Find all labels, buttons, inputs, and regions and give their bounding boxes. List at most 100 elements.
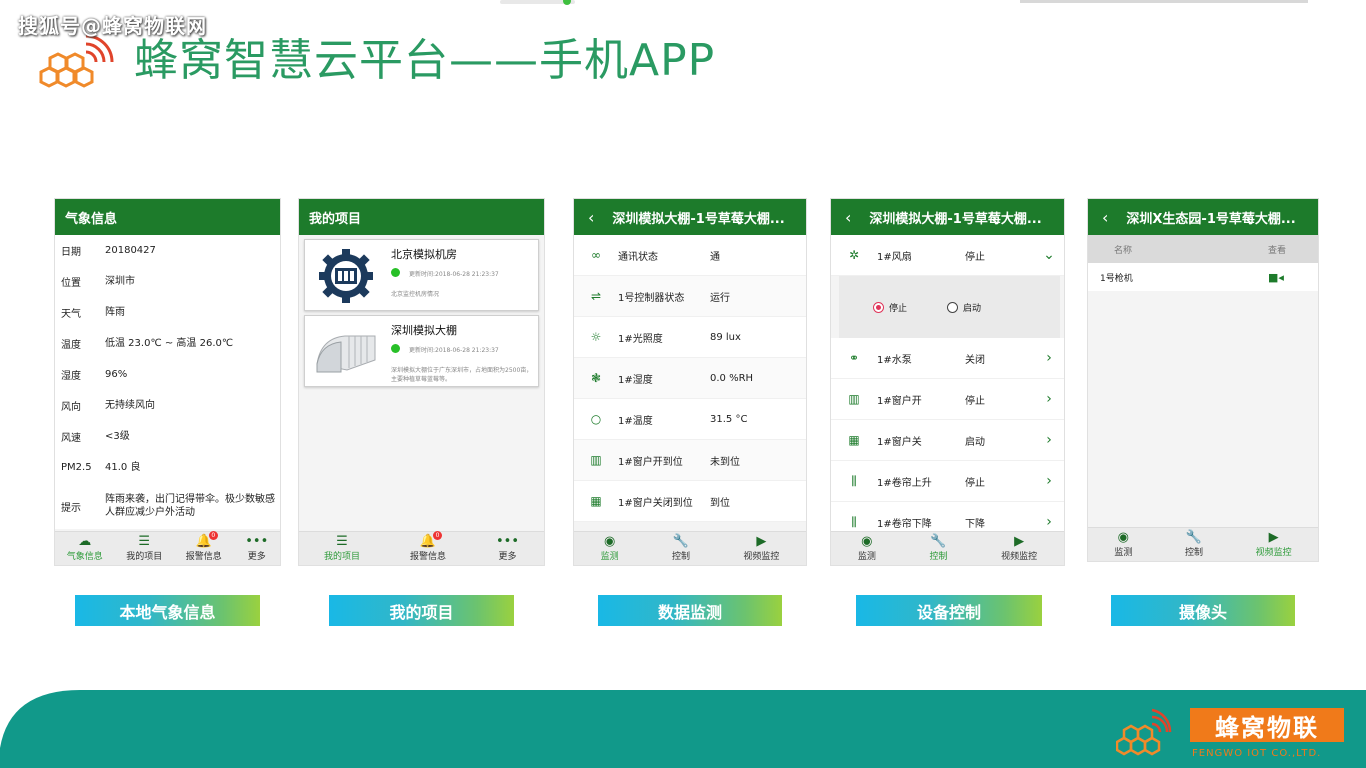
tab-video[interactable]: ▶ 视频监控	[1256, 530, 1292, 559]
table-row[interactable]: 1号枪机 ■◂	[1088, 263, 1318, 291]
tab-monitor[interactable]: ◉ 监测	[1114, 531, 1132, 559]
row-key: 通讯状态	[618, 251, 658, 263]
row-value: 停止	[965, 477, 985, 489]
project-desc: 北京监控机房情况	[391, 291, 440, 298]
row-key: 1#水泵	[877, 354, 912, 366]
tab-alarms[interactable]: 🔔 0 报警信息	[410, 531, 446, 562]
tab-label: 视频监控	[743, 552, 780, 562]
menu-icon: ☰	[138, 534, 151, 549]
radio-label: 启动	[963, 303, 982, 314]
humidity-icon: ❃	[590, 371, 602, 385]
project-card[interactable]: 北京模拟机房 更新时间:2018-06-28 21:23:37 北京监控机房情况	[304, 239, 539, 311]
header-title: 深圳X生态园-1号草莓大棚...	[1126, 211, 1296, 227]
tab-monitor[interactable]: ◉ 监测	[601, 534, 619, 563]
radio-circle	[947, 301, 959, 313]
radio-circle	[873, 301, 884, 313]
label-projects: 我的项目	[329, 595, 514, 626]
row-value: 89 lux	[710, 331, 741, 343]
back-icon[interactable]: ‹	[1102, 208, 1108, 227]
tab-alarms[interactable]: 🔔 0 报警信息	[186, 531, 222, 562]
tab-bar: ☁ 气象信息 ☰ 我的项目 🔔 0 报警信息 ••• 更多	[55, 531, 280, 565]
tab-more[interactable]: ••• 更多	[245, 534, 269, 563]
tab-projects[interactable]: ☰ 我的项目	[324, 534, 360, 563]
top-slider	[500, 0, 575, 5]
wrench-icon: 🔧	[672, 534, 690, 549]
app-header: ‹ 深圳模拟大棚-1号草莓大棚...	[574, 199, 806, 235]
alarm-badge: 0	[208, 531, 218, 540]
brand-logo-text: 蜂窝物联	[1190, 708, 1344, 742]
list-item: ▦ 1#窗户关闭到位 到位	[574, 481, 806, 522]
monitor-list: ∞ 通讯状态 通 ⇌ 1号控制器状态 运行 ☼ 1#光照度 89 lux ❃ 1#湿度 0.0 …	[574, 235, 806, 522]
more-icon: •••	[245, 534, 269, 549]
project-card[interactable]: 深圳模拟大棚 更新时间:2018-06-28 21:23:37 深圳模拟大棚位于…	[304, 315, 539, 387]
tab-label: 我的项目	[126, 552, 163, 562]
app-header: ‹ 深圳模拟大棚-1号草莓大棚...	[831, 199, 1064, 235]
controller-icon: ⇌	[590, 289, 602, 303]
tab-projects[interactable]: ☰ 我的项目	[126, 534, 163, 563]
row-key: 1#风扇	[877, 251, 912, 263]
tab-label: 视频监控	[1001, 552, 1038, 562]
list-item: 温度 低温 23.0℃ ~ 高温 26.0℃	[55, 328, 280, 359]
radio-stop[interactable]: 停止	[873, 301, 907, 314]
tab-video[interactable]: ▶ 视频监控	[743, 535, 780, 563]
gear-icon	[319, 249, 373, 303]
list-item[interactable]: ▥ 1#窗户开 停止 ›	[831, 379, 1064, 420]
tab-control[interactable]: 🔧 控制	[1185, 531, 1203, 559]
tab-control[interactable]: 🔧 控制	[671, 534, 690, 563]
list-item-fan[interactable]: ✲ 1#风扇 停止 ⌄	[831, 235, 1064, 276]
back-icon[interactable]: ‹	[588, 208, 594, 227]
temperature-icon: ○	[590, 412, 602, 426]
row-value: 停止	[965, 251, 985, 263]
column-view: 查看	[1268, 245, 1287, 256]
link-icon: ∞	[591, 248, 601, 262]
slide: 搜狐号@蜂窝物联网 蜂窝智慧云平台——手机APP 气象信息 日期 20180427…	[0, 0, 1366, 768]
row-key: 风速	[61, 433, 81, 444]
list-item[interactable]: ⫼ 1#卷帘上升 停止 ›	[831, 461, 1064, 502]
back-icon[interactable]: ‹	[845, 208, 851, 227]
top-divider	[1020, 0, 1308, 3]
online-status-dot	[391, 268, 400, 277]
list-item: ▥ 1#窗户开到位 未到位	[574, 440, 806, 481]
column-name: 名称	[1114, 245, 1133, 256]
tab-weather[interactable]: ☁ 气象信息	[67, 535, 103, 563]
list-item: PM2.5 41.0 良	[55, 452, 280, 483]
menu-icon: ☰	[336, 534, 348, 549]
tab-video[interactable]: ▶ 视频监控	[1001, 535, 1038, 563]
list-item[interactable]: ⚭ 1#水泵 关闭 ›	[831, 338, 1064, 379]
row-key: 湿度	[61, 371, 81, 382]
row-value: 0.0 %RH	[710, 372, 754, 384]
alarm-badge: 0	[433, 531, 442, 540]
tab-monitor[interactable]: ◉ 监测	[858, 535, 876, 563]
row-key: 1#光照度	[618, 333, 663, 345]
brand-subtitle: FENGWO IOT CO.,LTD.	[1192, 748, 1322, 759]
radio-start[interactable]: 启动	[947, 301, 981, 314]
tab-label: 控制	[671, 552, 690, 562]
window-close-icon: ▦	[590, 494, 602, 508]
window-open-icon: ▥	[590, 453, 602, 467]
row-value: 关闭	[965, 354, 985, 366]
row-value: <3级	[105, 431, 130, 442]
row-value: 启动	[965, 436, 985, 448]
list-item: 提示 阵雨来袭，出门记得带伞。极少数敏感人群应减少户外活动	[55, 483, 280, 529]
project-time: 更新时间:2018-06-28 21:23:37	[409, 347, 499, 354]
row-value: 96%	[105, 369, 128, 380]
row-key: 1#卷帘下降	[877, 518, 932, 530]
tab-more[interactable]: ••• 更多	[496, 535, 519, 563]
project-desc: 深圳模拟大棚位于广东深圳市，占地面积为2500亩，主要种植草莓蓝莓等。	[391, 367, 533, 383]
eye-icon: ◉	[603, 534, 616, 549]
chevron-right-icon: ›	[1046, 350, 1052, 366]
list-item: ∞ 通讯状态 通	[574, 235, 806, 276]
list-item[interactable]: ▦ 1#窗户关 启动 ›	[831, 420, 1064, 461]
row-key: 1号控制器状态	[618, 292, 685, 304]
row-value: 31.5 °C	[710, 413, 748, 425]
video-camera-icon: ▶	[1268, 530, 1279, 545]
list-item: 天气 阵雨	[55, 297, 280, 328]
video-camera-icon[interactable]: ■◂	[1268, 271, 1284, 284]
row-key: 温度	[61, 340, 81, 351]
online-status-dot	[391, 344, 400, 353]
tab-control[interactable]: 🔧 控制	[929, 534, 947, 563]
wrench-icon: 🔧	[930, 534, 947, 549]
label-monitor: 数据监测	[598, 595, 782, 626]
row-key: 1#温度	[618, 415, 653, 427]
weather-list: 日期 20180427 位置 深圳市 天气 阵雨 温度 低温 23.0℃ ~ 高温 26…	[55, 235, 280, 529]
